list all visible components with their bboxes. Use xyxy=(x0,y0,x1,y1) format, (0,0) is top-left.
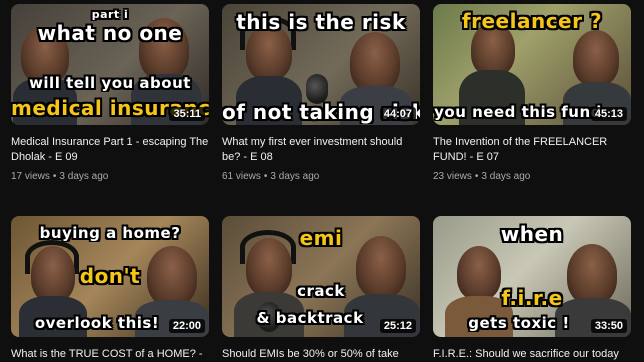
thumbnail-caption: FREELANCER ? xyxy=(461,9,603,33)
thumbnail-caption: this is the risk xyxy=(236,10,406,34)
thumbnail-caption: when xyxy=(500,222,564,246)
video-title[interactable]: The Invention of the FREELANCER FUND! - … xyxy=(433,135,631,165)
video-thumbnail[interactable]: when F.I.R.E gets toxic ! 33:50 xyxy=(433,216,631,337)
video-grid: Part I what no one will tell you about m… xyxy=(0,0,644,362)
video-thumbnail[interactable]: this is the risk of not taking risk 44:0… xyxy=(222,4,420,125)
thumbnail-caption: what no one xyxy=(37,21,183,45)
thumbnail-caption: DON'T xyxy=(79,264,141,288)
thumbnail-caption: Buying a home? xyxy=(39,224,181,242)
video-title[interactable]: What my first ever investment should be?… xyxy=(222,135,420,165)
thumbnail-caption: EMI xyxy=(299,226,343,250)
thumbnail-caption: gets toxic ! xyxy=(468,314,570,332)
thumbnail-caption: will tell you about xyxy=(29,74,191,92)
duration-badge: 45:13 xyxy=(590,107,627,121)
duration-badge: 35:11 xyxy=(169,107,205,121)
video-meta: 23 views • 3 days ago xyxy=(433,170,631,183)
video-title[interactable]: Should EMIs be 30% or 50% of take xyxy=(222,347,420,362)
duration-badge: 25:12 xyxy=(379,319,416,333)
video-card[interactable]: when F.I.R.E gets toxic ! 33:50 F.I.R.E.… xyxy=(433,216,631,362)
thumbnail-caption: overlook this! xyxy=(34,314,160,332)
thumbnail-caption: F.I.R.E xyxy=(501,286,563,310)
view-count: 23 views xyxy=(433,171,472,182)
video-card[interactable]: Buying a home? DON'T overlook this! 22:0… xyxy=(11,216,209,362)
thumbnail-caption: you need this fund xyxy=(434,103,602,121)
video-title[interactable]: F.I.R.E.: Should we sacrifice our today xyxy=(433,347,631,362)
video-thumbnail[interactable]: EMI crack & backtrack 25:12 xyxy=(222,216,420,337)
duration-badge: 44:07 xyxy=(379,107,416,121)
separator-dot: • xyxy=(474,171,479,182)
video-title[interactable]: Medical Insurance Part 1 - escaping The … xyxy=(11,135,209,165)
view-count: 61 views xyxy=(222,171,261,182)
video-meta: 17 views • 3 days ago xyxy=(11,170,209,183)
video-card[interactable]: Part I what no one will tell you about m… xyxy=(11,4,209,183)
video-thumbnail[interactable]: FREELANCER ? you need this fund 45:13 xyxy=(433,4,631,125)
video-card[interactable]: this is the risk of not taking risk 44:0… xyxy=(222,4,420,183)
video-card[interactable]: FREELANCER ? you need this fund 45:13 Th… xyxy=(433,4,631,183)
video-thumbnail[interactable]: Buying a home? DON'T overlook this! 22:0… xyxy=(11,216,209,337)
duration-badge: 22:00 xyxy=(168,319,205,333)
thumbnail-caption: Part I xyxy=(91,8,129,21)
upload-age: 3 days ago xyxy=(481,171,531,182)
video-title[interactable]: What is the TRUE COST of a HOME? - xyxy=(11,347,209,362)
separator-dot: • xyxy=(52,171,57,182)
guest-figure xyxy=(573,30,619,86)
view-count: 17 views xyxy=(11,171,50,182)
separator-dot: • xyxy=(263,171,268,182)
thumbnail-caption: & backtrack xyxy=(256,309,364,327)
thumbnail-caption: crack xyxy=(297,282,345,300)
video-card[interactable]: EMI crack & backtrack 25:12 Should EMIs … xyxy=(222,216,420,362)
video-meta: 61 views • 3 days ago xyxy=(222,170,420,183)
guest-figure xyxy=(350,32,400,92)
upload-age: 3 days ago xyxy=(59,171,109,182)
video-thumbnail[interactable]: Part I what no one will tell you about m… xyxy=(11,4,209,125)
upload-age: 3 days ago xyxy=(270,171,320,182)
duration-badge: 33:50 xyxy=(590,319,627,333)
